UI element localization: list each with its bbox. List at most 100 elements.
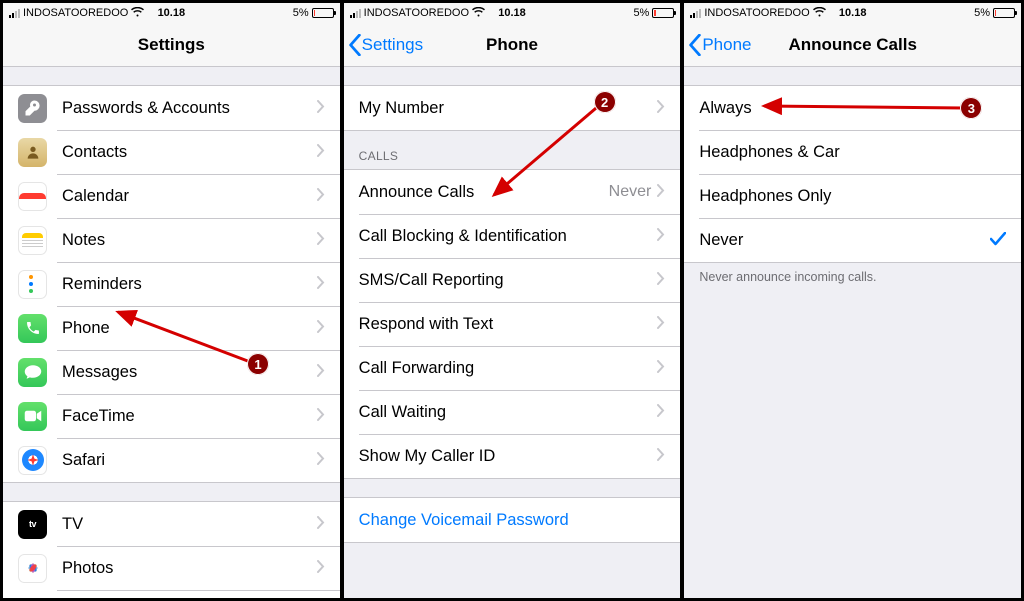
row-label: Call Waiting: [359, 403, 658, 422]
battery-icon: [652, 8, 674, 18]
status-bar: INDOSATOOREDOO 10.18 5%: [344, 3, 681, 23]
row-facetime[interactable]: FaceTime: [3, 394, 340, 438]
chevron-right-icon: [317, 231, 325, 250]
nav-bar: Settings: [3, 23, 340, 67]
nav-bar: Phone Announce Calls: [684, 23, 1021, 67]
notes-icon: [18, 226, 47, 255]
row-label: Calendar: [62, 187, 317, 206]
safari-icon: [18, 446, 47, 475]
row-notes[interactable]: Notes: [3, 218, 340, 262]
option-label: Always: [699, 99, 1006, 118]
option-never[interactable]: Never: [684, 218, 1021, 262]
row-label: FaceTime: [62, 407, 317, 426]
chevron-right-icon: [657, 403, 665, 422]
group-footer: Never announce incoming calls.: [684, 263, 1021, 284]
row-messages[interactable]: Messages: [3, 350, 340, 394]
camera-icon: [18, 598, 47, 599]
checkmark-icon: [990, 229, 1006, 252]
facetime-icon: [18, 402, 47, 431]
option-always[interactable]: Always: [684, 86, 1021, 130]
option-headphones-only[interactable]: Headphones Only: [684, 174, 1021, 218]
chevron-right-icon: [657, 359, 665, 378]
row-label: Phone: [62, 319, 317, 338]
row-respond-with-text[interactable]: Respond with Text: [344, 302, 681, 346]
row-call-blocking[interactable]: Call Blocking & Identification: [344, 214, 681, 258]
reminders-icon: [18, 270, 47, 299]
option-label: Headphones Only: [699, 187, 1006, 206]
row-contacts[interactable]: Contacts: [3, 130, 340, 174]
chevron-right-icon: [657, 227, 665, 246]
row-call-waiting[interactable]: Call Waiting: [344, 390, 681, 434]
phone-icon: [18, 314, 47, 343]
row-label: Contacts: [62, 143, 317, 162]
chevron-right-icon: [317, 559, 325, 578]
row-label: Respond with Text: [359, 315, 658, 334]
chevron-right-icon: [317, 407, 325, 426]
chevron-right-icon: [657, 183, 665, 202]
back-label: Settings: [362, 35, 423, 55]
chevron-right-icon: [657, 447, 665, 466]
back-label: Phone: [702, 35, 751, 55]
option-label: Headphones & Car: [699, 143, 1006, 162]
row-camera[interactable]: Camera: [3, 590, 340, 598]
row-my-number[interactable]: My Number: [344, 86, 681, 130]
battery-icon: [312, 8, 334, 18]
photos-icon: [18, 554, 47, 583]
chevron-right-icon: [657, 315, 665, 334]
row-label: Change Voicemail Password: [359, 511, 666, 530]
row-safari[interactable]: Safari: [3, 438, 340, 482]
row-label: Call Blocking & Identification: [359, 227, 658, 246]
clock: 10.18: [3, 7, 340, 19]
row-label: Passwords & Accounts: [62, 99, 317, 118]
option-label: Never: [699, 231, 990, 250]
row-photos[interactable]: Photos: [3, 546, 340, 590]
clock: 10.18: [684, 7, 1021, 19]
contacts-icon: [18, 138, 47, 167]
chevron-right-icon: [317, 319, 325, 338]
row-label: TV: [62, 515, 317, 534]
row-label: Show My Caller ID: [359, 447, 658, 466]
chevron-right-icon: [317, 187, 325, 206]
row-label: Notes: [62, 231, 317, 250]
row-label: My Number: [359, 99, 658, 118]
row-passwords-accounts[interactable]: Passwords & Accounts: [3, 86, 340, 130]
back-button[interactable]: Settings: [344, 34, 423, 56]
pane-settings: INDOSATOOREDOO 10.18 5% Settings Passwor…: [2, 2, 341, 599]
page-title: Settings: [3, 35, 340, 55]
chevron-right-icon: [657, 271, 665, 290]
row-phone[interactable]: Phone: [3, 306, 340, 350]
row-label: SMS/Call Reporting: [359, 271, 658, 290]
messages-icon: [18, 358, 47, 387]
key-icon: [18, 94, 47, 123]
chevron-right-icon: [317, 515, 325, 534]
option-headphones-car[interactable]: Headphones & Car: [684, 130, 1021, 174]
status-bar: INDOSATOOREDOO 10.18 5%: [684, 3, 1021, 23]
row-label: Messages: [62, 363, 317, 382]
battery-icon: [993, 8, 1015, 18]
chevron-right-icon: [317, 451, 325, 470]
row-change-voicemail-password[interactable]: Change Voicemail Password: [344, 498, 681, 542]
row-value: Never: [609, 183, 652, 201]
row-sms-call-reporting[interactable]: SMS/Call Reporting: [344, 258, 681, 302]
tv-icon: tv: [18, 510, 47, 539]
row-announce-calls[interactable]: Announce Calls Never: [344, 170, 681, 214]
row-label: Call Forwarding: [359, 359, 658, 378]
chevron-right-icon: [317, 363, 325, 382]
row-call-forwarding[interactable]: Call Forwarding: [344, 346, 681, 390]
row-tv[interactable]: tv TV: [3, 502, 340, 546]
back-button[interactable]: Phone: [684, 34, 751, 56]
calendar-icon: [18, 182, 47, 211]
row-label: Safari: [62, 451, 317, 470]
group-header-calls: CALLS: [344, 131, 681, 169]
row-label: Photos: [62, 559, 317, 578]
pane-phone: INDOSATOOREDOO 10.18 5% Settings Phone M…: [343, 2, 682, 599]
chevron-right-icon: [317, 99, 325, 118]
row-label: Announce Calls: [359, 183, 609, 202]
nav-bar: Settings Phone: [344, 23, 681, 67]
row-reminders[interactable]: Reminders: [3, 262, 340, 306]
row-calendar[interactable]: Calendar: [3, 174, 340, 218]
pane-announce-calls: INDOSATOOREDOO 10.18 5% Phone Announce C…: [683, 2, 1022, 599]
row-show-my-caller-id[interactable]: Show My Caller ID: [344, 434, 681, 478]
chevron-right-icon: [657, 99, 665, 118]
status-bar: INDOSATOOREDOO 10.18 5%: [3, 3, 340, 23]
